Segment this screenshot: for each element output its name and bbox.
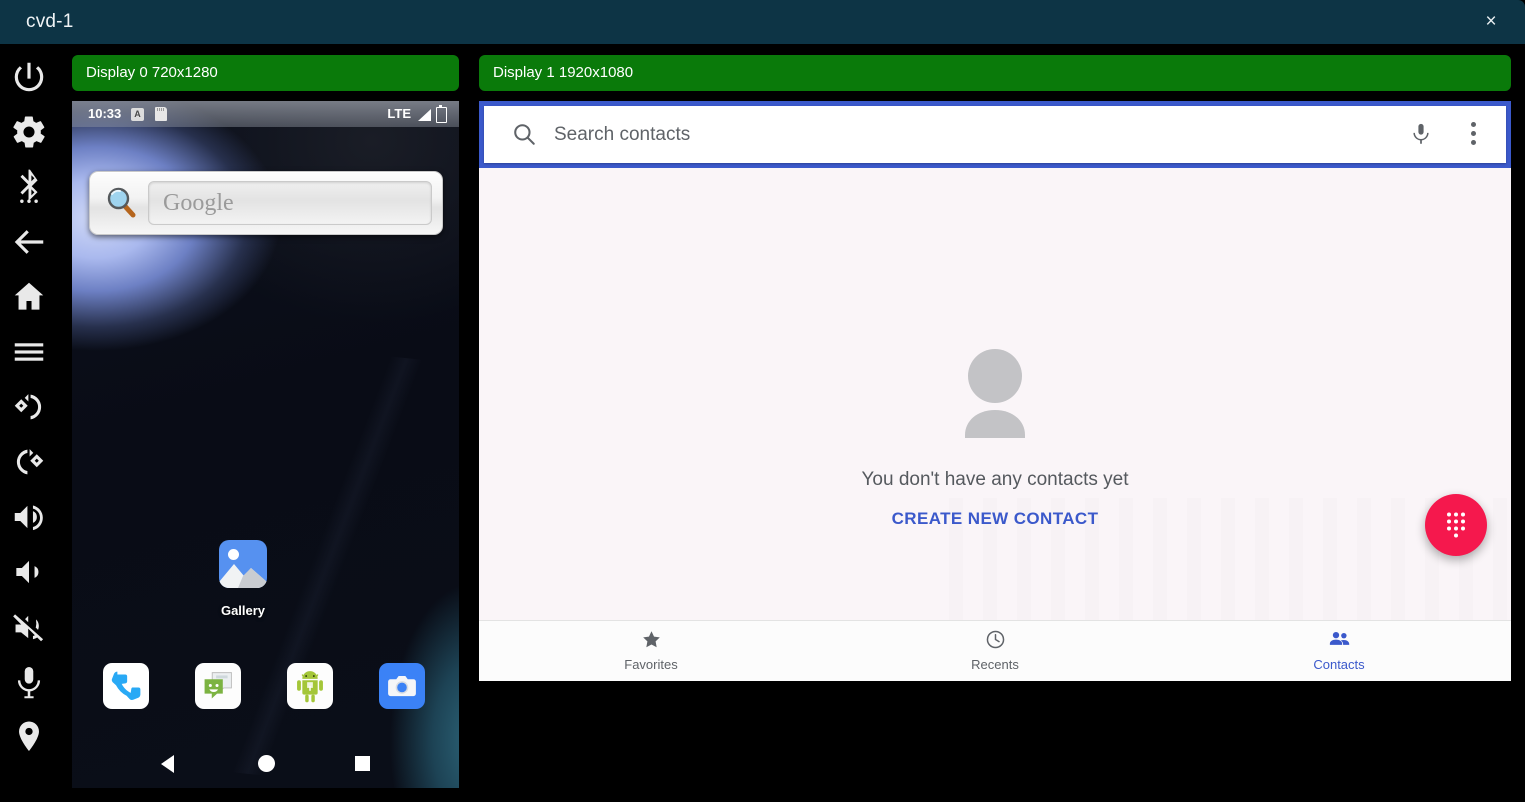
- search-icon: [511, 121, 537, 147]
- window-title: cvd-1: [26, 11, 73, 33]
- create-new-contact-link[interactable]: CREATE NEW CONTACT: [479, 509, 1511, 529]
- bluetooth-icon[interactable]: [10, 168, 48, 206]
- magnifier-icon: [104, 185, 140, 221]
- tab-favorites[interactable]: Favorites: [561, 629, 741, 672]
- display-1-header: Display 1 1920x1080: [479, 55, 1511, 91]
- star-icon: [641, 629, 662, 650]
- sdcard-icon: [155, 107, 167, 121]
- phone-dock-icon: [103, 663, 149, 709]
- display-1-screen[interactable]: Search contacts You don't have any conta…: [479, 101, 1511, 681]
- google-search-field[interactable]: Google: [148, 181, 432, 225]
- app-icon-android[interactable]: [287, 663, 333, 709]
- camera-dock-icon: [379, 663, 425, 709]
- android-dock-icon: [287, 663, 333, 709]
- status-clock: 10:33: [88, 106, 121, 121]
- app-icon-messaging[interactable]: [195, 663, 241, 709]
- tab-recents-label: Recents: [905, 657, 1085, 672]
- gallery-icon: [219, 540, 267, 588]
- battery-icon: [436, 107, 447, 123]
- rotate-left-icon[interactable]: [10, 388, 48, 426]
- window-titlebar: cvd-1 ×: [0, 0, 1525, 44]
- alarm-icon: A: [131, 108, 144, 121]
- home-icon[interactable]: [10, 278, 48, 316]
- empty-state-message: You don't have any contacts yet: [479, 469, 1511, 491]
- clock-icon: [985, 629, 1006, 650]
- signal-icon: [418, 109, 431, 121]
- tab-contacts[interactable]: Contacts: [1249, 629, 1429, 672]
- nav-home-icon[interactable]: [258, 755, 275, 772]
- dialpad-icon: [1445, 513, 1467, 538]
- device-control-rail: [0, 44, 58, 802]
- volume-up-icon[interactable]: [10, 498, 48, 536]
- app-label-gallery: Gallery: [183, 603, 303, 618]
- people-icon: [1328, 629, 1351, 650]
- back-arrow-icon[interactable]: [10, 223, 48, 261]
- bottom-navigation: Favorites Recents Contacts: [479, 620, 1511, 681]
- google-search-widget[interactable]: Google: [89, 171, 443, 235]
- android-nav-bar: [72, 736, 459, 788]
- search-bar-focus-frame: Search contacts: [479, 101, 1511, 168]
- android-status-bar: 10:33 A LTE: [72, 101, 459, 127]
- rotate-right-icon[interactable]: [10, 443, 48, 481]
- emulator-window: cvd-1 ×: [0, 0, 1525, 802]
- app-icon-camera[interactable]: [379, 663, 425, 709]
- tab-contacts-label: Contacts: [1249, 657, 1429, 672]
- tab-recents[interactable]: Recents: [905, 629, 1085, 672]
- gear-icon[interactable]: [10, 113, 48, 151]
- dialpad-fab[interactable]: [1425, 494, 1487, 556]
- display-0-header: Display 0 720x1280: [72, 55, 459, 91]
- display-0-screen[interactable]: 10:33 A LTE Google: [72, 101, 459, 788]
- empty-state: You don't have any contacts yet CREATE N…: [479, 168, 1511, 620]
- nav-back-icon[interactable]: [161, 755, 174, 773]
- google-search-placeholder: Google: [163, 190, 234, 217]
- volume-mute-icon[interactable]: [10, 608, 48, 646]
- menu-icon[interactable]: [10, 333, 48, 371]
- location-icon[interactable]: [10, 718, 48, 756]
- volume-down-icon[interactable]: [10, 553, 48, 591]
- power-icon[interactable]: [10, 58, 48, 96]
- tab-favorites-label: Favorites: [561, 657, 741, 672]
- search-bar[interactable]: Search contacts: [484, 106, 1506, 163]
- search-input[interactable]: Search contacts: [554, 124, 690, 146]
- voice-search-icon[interactable]: [1408, 120, 1434, 148]
- overflow-menu-icon[interactable]: [1471, 122, 1476, 146]
- nav-recents-icon[interactable]: [355, 756, 370, 771]
- app-icon-phone[interactable]: [103, 663, 149, 709]
- close-icon[interactable]: ×: [1479, 10, 1503, 34]
- avatar-placeholder-icon: [952, 348, 1038, 438]
- microphone-icon[interactable]: [10, 663, 48, 701]
- messaging-dock-icon: [195, 663, 241, 709]
- network-label: LTE: [387, 106, 411, 121]
